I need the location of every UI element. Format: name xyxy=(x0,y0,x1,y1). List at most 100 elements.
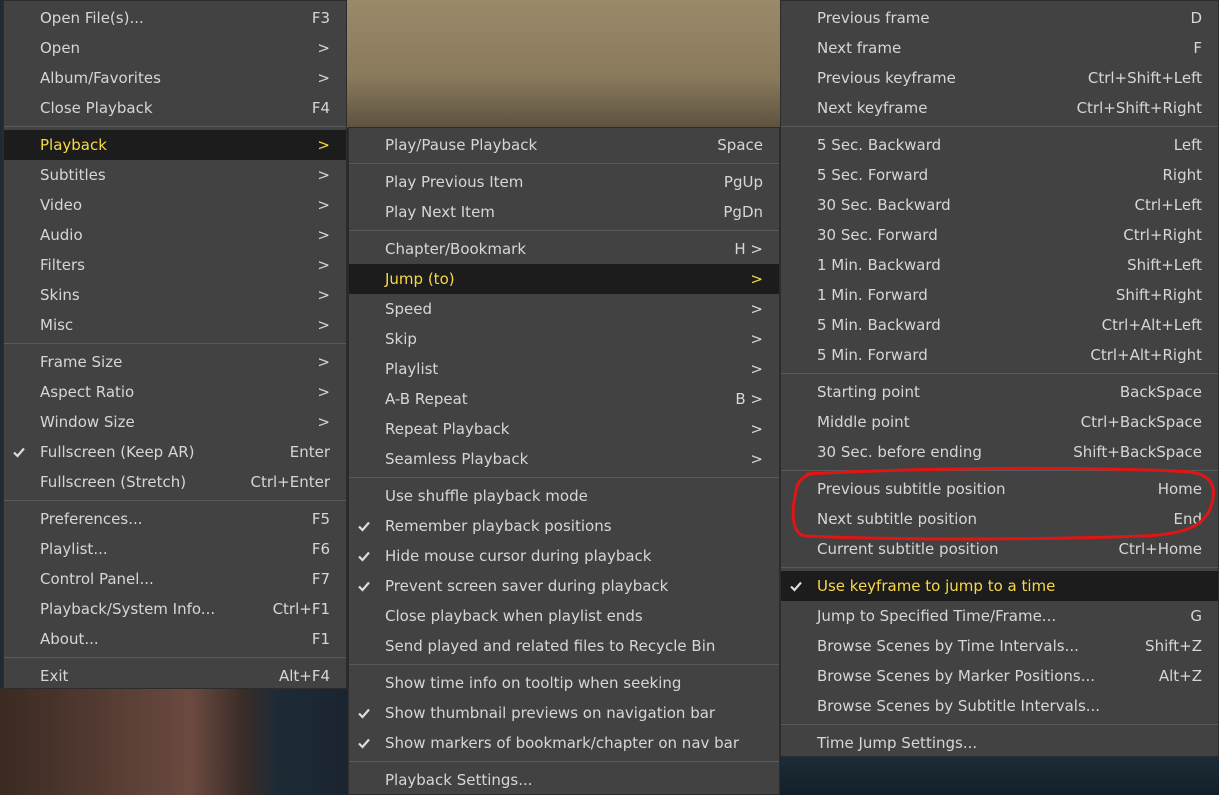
menu-item-shortcut: F7 xyxy=(311,570,330,588)
menu-item-seamless-playback[interactable]: Seamless Playback > xyxy=(349,444,779,474)
menu-item-remember-positions[interactable]: Remember playback positions xyxy=(349,511,779,541)
menu-item-shortcut: H > xyxy=(734,240,763,258)
submenu-jump: Previous frame D Next frame F Previous key… xyxy=(780,0,1219,757)
menu-item-label: Previous subtitle position xyxy=(817,480,1006,498)
menu-item-use-keyframe[interactable]: Use keyframe to jump to a time xyxy=(781,571,1218,601)
menu-item-label: Next frame xyxy=(817,39,902,57)
submenu-arrow: > xyxy=(317,196,330,214)
menu-item-shortcut: BackSpace xyxy=(1119,383,1202,401)
video-frame-top xyxy=(347,0,780,128)
menu-item-5-sec-backward[interactable]: 5 Sec. Backward Left xyxy=(781,130,1218,160)
menu-item-shortcut: PgUp xyxy=(723,173,763,191)
menu-item-preferences[interactable]: Preferences... F5 xyxy=(4,504,346,534)
menu-item-shortcut: B > xyxy=(735,390,763,408)
menu-item-jump-to[interactable]: Jump (to) > xyxy=(349,264,779,294)
menu-item-system-info[interactable]: Playback/System Info... Ctrl+F1 xyxy=(4,594,346,624)
menu-item-close-playback[interactable]: Close Playback F4 xyxy=(4,93,346,123)
menu-item-send-to-recycle-bin[interactable]: Send played and related files to Recycle… xyxy=(349,631,779,661)
menu-item-misc[interactable]: Misc > xyxy=(4,310,346,340)
menu-item-show-markers[interactable]: Show markers of bookmark/chapter on nav … xyxy=(349,728,779,758)
menu-item-label: 5 Sec. Backward xyxy=(817,136,942,154)
menu-item-5-min-forward[interactable]: 5 Min. Forward Ctrl+Alt+Right xyxy=(781,340,1218,370)
menu-item-label: Video xyxy=(40,196,83,214)
menu-item-previous-keyframe[interactable]: Previous keyframe Ctrl+Shift+Left xyxy=(781,63,1218,93)
menu-item-audio[interactable]: Audio > xyxy=(4,220,346,250)
menu-item-thumbnail-previews[interactable]: Show thumbnail previews on navigation ba… xyxy=(349,698,779,728)
menu-item-shortcut: Ctrl+Left xyxy=(1134,196,1202,214)
menu-item-starting-point[interactable]: Starting point BackSpace xyxy=(781,377,1218,407)
menu-item-fullscreen-stretch[interactable]: Fullscreen (Stretch) Ctrl+Enter xyxy=(4,467,346,497)
menu-item-5-min-backward[interactable]: 5 Min. Backward Ctrl+Alt+Left xyxy=(781,310,1218,340)
menu-item-frame-size[interactable]: Frame Size > xyxy=(4,347,346,377)
menu-item-play-next[interactable]: Play Next Item PgDn xyxy=(349,197,779,227)
menu-item-window-size[interactable]: Window Size > xyxy=(4,407,346,437)
menu-item-skip[interactable]: Skip > xyxy=(349,324,779,354)
menu-item-shortcut: Ctrl+Shift+Right xyxy=(1076,99,1202,117)
menu-item-control-panel[interactable]: Control Panel... F7 xyxy=(4,564,346,594)
menu-item-current-subtitle-position[interactable]: Current subtitle position Ctrl+Home xyxy=(781,534,1218,564)
menu-item-browse-marker-positions[interactable]: Browse Scenes by Marker Positions... Alt+… xyxy=(781,661,1218,691)
menu-item-1-min-forward[interactable]: 1 Min. Forward Shift+Right xyxy=(781,280,1218,310)
menu-item-shuffle[interactable]: Use shuffle playback mode xyxy=(349,481,779,511)
menu-item-label: Jump (to) xyxy=(385,270,455,288)
menu-item-subtitles[interactable]: Subtitles > xyxy=(4,160,346,190)
submenu-arrow: > xyxy=(317,383,330,401)
menu-item-filters[interactable]: Filters > xyxy=(4,250,346,280)
menu-item-shortcut: F5 xyxy=(311,510,330,528)
menu-item-previous-frame[interactable]: Previous frame D xyxy=(781,3,1218,33)
menu-item-label: 5 Sec. Forward xyxy=(817,166,929,184)
video-frame-bottom-right xyxy=(780,756,1219,795)
menu-item-close-when-ends[interactable]: Close playback when playlist ends xyxy=(349,601,779,631)
menu-item-shortcut: D xyxy=(1190,9,1202,27)
menu-item-playback-settings[interactable]: Playback Settings... xyxy=(349,765,779,795)
menu-item-playback[interactable]: Playback > xyxy=(4,130,346,160)
submenu-arrow: > xyxy=(317,316,330,334)
menu-item-time-tooltip[interactable]: Show time info on tooltip when seeking xyxy=(349,668,779,698)
menu-item-playlist[interactable]: Playlist > xyxy=(349,354,779,384)
menu-item-open-files[interactable]: Open File(s)... F3 xyxy=(4,3,346,33)
menu-item-prevent-screensaver[interactable]: Prevent screen saver during playback xyxy=(349,571,779,601)
menu-item-chapter-bookmark[interactable]: Chapter/Bookmark H > xyxy=(349,234,779,264)
menu-item-1-min-backward[interactable]: 1 Min. Backward Shift+Left xyxy=(781,250,1218,280)
menu-item-exit[interactable]: Exit Alt+F4 xyxy=(4,661,346,691)
menu-item-label: 30 Sec. Forward xyxy=(817,226,938,244)
submenu-arrow: > xyxy=(750,300,763,318)
menu-item-speed[interactable]: Speed > xyxy=(349,294,779,324)
menu-item-time-jump-settings[interactable]: Time Jump Settings... xyxy=(781,728,1218,758)
menu-item-next-subtitle-position[interactable]: Next subtitle position End xyxy=(781,504,1218,534)
menu-item-jump-to-specified[interactable]: Jump to Specified Time/Frame... G xyxy=(781,601,1218,631)
menu-item-30-sec-backward[interactable]: 30 Sec. Backward Ctrl+Left xyxy=(781,190,1218,220)
submenu-arrow: > xyxy=(317,136,330,154)
menu-item-previous-subtitle-position[interactable]: Previous subtitle position Home xyxy=(781,474,1218,504)
menu-item-playlist[interactable]: Playlist... F6 xyxy=(4,534,346,564)
menu-item-30-sec-forward[interactable]: 30 Sec. Forward Ctrl+Right xyxy=(781,220,1218,250)
menu-item-browse-subtitle-intervals[interactable]: Browse Scenes by Subtitle Intervals... xyxy=(781,691,1218,721)
menu-item-ab-repeat[interactable]: A-B Repeat B > xyxy=(349,384,779,414)
menu-item-5-sec-forward[interactable]: 5 Sec. Forward Right xyxy=(781,160,1218,190)
menu-item-next-keyframe[interactable]: Next keyframe Ctrl+Shift+Right xyxy=(781,93,1218,123)
menu-item-open[interactable]: Open > xyxy=(4,33,346,63)
menu-item-shortcut: PgDn xyxy=(723,203,763,221)
menu-item-shortcut: Ctrl+BackSpace xyxy=(1080,413,1202,431)
menu-item-shortcut: Left xyxy=(1173,136,1202,154)
menu-item-repeat-playback[interactable]: Repeat Playback > xyxy=(349,414,779,444)
menu-item-shortcut: Ctrl+Alt+Left xyxy=(1101,316,1202,334)
menu-item-middle-point[interactable]: Middle point Ctrl+BackSpace xyxy=(781,407,1218,437)
menu-item-browse-time-intervals[interactable]: Browse Scenes by Time Intervals... Shift+… xyxy=(781,631,1218,661)
menu-separator xyxy=(4,126,346,127)
menu-item-30-sec-before-ending[interactable]: 30 Sec. before ending Shift+BackSpace xyxy=(781,437,1218,467)
menu-item-fullscreen-keep-ar[interactable]: Fullscreen (Keep AR) Enter xyxy=(4,437,346,467)
menu-item-label: Aspect Ratio xyxy=(40,383,135,401)
menu-item-hide-cursor[interactable]: Hide mouse cursor during playback xyxy=(349,541,779,571)
menu-item-about[interactable]: About... F1 xyxy=(4,624,346,654)
menu-item-label: Use shuffle playback mode xyxy=(385,487,588,505)
menu-item-album-favorites[interactable]: Album/Favorites > xyxy=(4,63,346,93)
menu-item-shortcut: Shift+BackSpace xyxy=(1073,443,1202,461)
checkmark-icon xyxy=(357,549,371,563)
menu-item-video[interactable]: Video > xyxy=(4,190,346,220)
menu-item-aspect-ratio[interactable]: Aspect Ratio > xyxy=(4,377,346,407)
menu-item-next-frame[interactable]: Next frame F xyxy=(781,33,1218,63)
menu-item-play-previous[interactable]: Play Previous Item PgUp xyxy=(349,167,779,197)
menu-item-play-pause[interactable]: Play/Pause Playback Space xyxy=(349,130,779,160)
menu-item-skins[interactable]: Skins > xyxy=(4,280,346,310)
